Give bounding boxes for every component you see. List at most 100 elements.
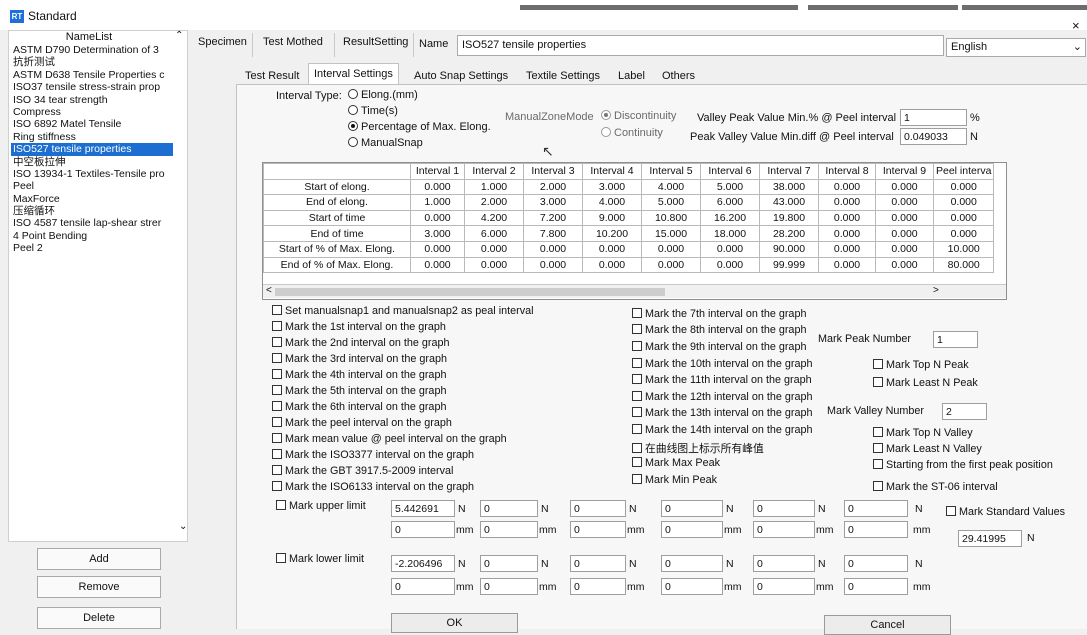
table-cell[interactable]: 4.000 [641, 178, 701, 196]
graph-mark-checkbox[interactable]: Mark the 1st interval on the graph [272, 321, 446, 333]
table-cell[interactable]: 80.000 [932, 256, 995, 274]
chevron-down-icon[interactable]: ⌄ [1073, 40, 1082, 53]
list-item[interactable]: Ring stiffness [11, 131, 173, 143]
table-cell[interactable]: 0.000 [582, 256, 642, 274]
radio-time[interactable]: Time(s) [348, 105, 398, 117]
list-item[interactable]: ISO 13934-1 Textiles-Tensile pro [11, 168, 173, 180]
table-cell[interactable]: 3.000 [582, 178, 642, 196]
tab-interval-settings[interactable]: Interval Settings [308, 63, 399, 85]
table-cell[interactable]: 18.000 [700, 225, 760, 242]
table-cell[interactable]: 0.000 [464, 256, 524, 274]
scrollbar-thumb[interactable] [275, 288, 665, 296]
cancel-button[interactable]: Cancel [824, 615, 951, 635]
table-cell[interactable]: 1.000 [464, 178, 524, 196]
table-cell[interactable]: 2.000 [464, 194, 524, 211]
upper-limit-force-input[interactable]: 5.442691 [391, 500, 455, 517]
graph-mark-checkbox[interactable]: 在曲线图上标示所有峰值 [632, 440, 764, 456]
graph-mark-checkbox[interactable]: Set manualsnap1 and manualsnap2 as peal … [272, 305, 534, 317]
table-cell[interactable]: 15.000 [641, 225, 701, 242]
name-list[interactable]: ASTM D790 Determination of 3 抗折测试 ASTM D63… [11, 44, 173, 255]
graph-mark-checkbox[interactable]: Mark the 4th interval on the graph [272, 369, 446, 381]
table-cell[interactable]: 7.200 [523, 209, 583, 227]
lower-limit-force-input[interactable]: 0 [480, 555, 538, 572]
table-cell[interactable]: 0.000 [818, 240, 876, 258]
scroll-down-icon[interactable]: ⌄ [179, 521, 187, 532]
list-item[interactable]: ASTM D638 Tensile Properties c [11, 69, 173, 81]
table-cell[interactable]: 0.000 [410, 178, 465, 196]
table-cell[interactable]: 0.000 [582, 240, 642, 258]
upper-limit-force-input[interactable]: 0 [844, 500, 908, 517]
upper-limit-force-input[interactable]: 0 [661, 500, 723, 517]
list-item[interactable]: MaxForce [11, 193, 173, 205]
graph-mark-checkbox[interactable]: Mark Min Peak [632, 474, 717, 486]
graph-mark-checkbox[interactable]: Mark the 12th interval on the graph [632, 391, 812, 403]
table-cell[interactable]: 0.000 [700, 240, 760, 258]
radio-continuity[interactable]: Continuity [601, 127, 663, 139]
graph-mark-checkbox[interactable]: Mark the 13th interval on the graph [632, 407, 812, 419]
table-cell[interactable]: 4.000 [582, 194, 642, 211]
table-cell[interactable]: 10.200 [582, 225, 642, 242]
table-cell[interactable]: 2.000 [523, 178, 583, 196]
table-cell[interactable]: 16.200 [700, 209, 760, 227]
lower-limit-elong-input[interactable]: 0 [480, 578, 538, 595]
graph-mark-checkbox[interactable]: Mark the 3rd interval on the graph [272, 353, 447, 365]
name-list-panel[interactable]: NameList ⌃ ASTM D790 Determination of 3抗… [8, 30, 188, 542]
table-cell[interactable]: 0.000 [875, 240, 934, 258]
table-cell[interactable]: 0.000 [818, 209, 876, 227]
graph-mark-checkbox[interactable]: Mark the 5th interval on the graph [272, 385, 446, 397]
upper-limit-elong-input[interactable]: 0 [844, 521, 908, 538]
delete-button[interactable]: Delete [37, 607, 161, 629]
mark-upper-limit-checkbox[interactable]: Mark upper limit [276, 500, 366, 512]
table-cell[interactable]: 0.000 [875, 256, 934, 274]
graph-mark-checkbox[interactable]: Mark the 6th interval on the graph [272, 401, 446, 413]
list-item[interactable]: ISO 6892 Matel Tensile [11, 118, 173, 130]
mark-peak-number-input[interactable]: 1 [933, 331, 978, 348]
peak-valley-input[interactable]: 0.049033 [900, 128, 967, 145]
graph-mark-checkbox[interactable]: Mark the 14th interval on the graph [632, 424, 812, 436]
list-item[interactable]: 压缩循环 [11, 205, 173, 217]
lower-limit-force-input[interactable]: -2.206496 [391, 555, 455, 572]
list-item[interactable]: ISO527 tensile properties [11, 143, 173, 156]
table-cell[interactable]: 38.000 [759, 178, 819, 196]
table-cell[interactable]: 1.000 [410, 194, 465, 211]
graph-mark-checkbox[interactable]: Mark the GBT 3917.5-2009 interval [272, 465, 453, 477]
mark-least-n-peak-checkbox[interactable]: Mark Least N Peak [873, 377, 978, 389]
graph-mark-checkbox[interactable]: Mark the 11th interval on the graph [632, 374, 812, 386]
graph-mark-checkbox[interactable]: Mark the 9th interval on the graph [632, 341, 806, 353]
radio-manualsnap[interactable]: ManualSnap [348, 137, 423, 149]
list-item[interactable]: 4 Point Bending [11, 230, 173, 242]
table-cell[interactable]: 0.000 [818, 178, 876, 196]
upper-limit-elong-input[interactable]: 0 [570, 521, 626, 538]
list-item[interactable]: Compress [11, 106, 173, 118]
list-item[interactable]: Peel 2 [11, 242, 173, 254]
table-cell[interactable]: 0.000 [875, 178, 934, 196]
table-horizontal-scrollbar[interactable]: < > [263, 284, 1006, 298]
add-button[interactable]: Add [37, 548, 161, 570]
table-cell[interactable]: 10.800 [641, 209, 701, 227]
scroll-right-icon[interactable]: > [933, 285, 939, 296]
table-cell[interactable]: 0.000 [875, 225, 934, 242]
list-item[interactable]: ASTM D790 Determination of 3 [11, 44, 173, 56]
table-cell[interactable]: 0.000 [818, 256, 876, 274]
lower-limit-elong-input[interactable]: 0 [391, 578, 455, 595]
table-cell[interactable]: 0.000 [875, 209, 934, 227]
table-cell[interactable]: 0.000 [523, 240, 583, 258]
graph-mark-checkbox[interactable]: Mark the ISO3377 interval on the graph [272, 449, 474, 461]
table-cell[interactable]: 0.000 [410, 256, 465, 274]
list-item[interactable]: ISO37 tensile stress-strain prop [11, 81, 173, 93]
upper-limit-force-input[interactable]: 0 [480, 500, 538, 517]
list-item[interactable]: ISO 34 tear strength [11, 94, 173, 106]
graph-mark-checkbox[interactable]: Mark the 8th interval on the graph [632, 324, 806, 336]
table-cell[interactable]: 5.000 [641, 194, 701, 211]
table-cell[interactable]: 0.000 [932, 209, 995, 227]
mark-st06-interval-checkbox[interactable]: Mark the ST-06 interval [873, 481, 998, 493]
table-cell[interactable]: 0.000 [932, 194, 995, 211]
list-item[interactable]: ISO 4587 tensile lap-shear strer [11, 217, 173, 229]
graph-mark-checkbox[interactable]: Mark mean value @ peel interval on the g… [272, 433, 507, 445]
mark-top-n-valley-checkbox[interactable]: Mark Top N Valley [873, 427, 973, 439]
upper-limit-elong-input[interactable]: 0 [753, 521, 815, 538]
interval-table[interactable]: Interval 1 Interval 2 Interval 3 Interval 4… [262, 162, 1007, 300]
lower-limit-elong-input[interactable]: 0 [844, 578, 908, 595]
table-cell[interactable]: 0.000 [875, 194, 934, 211]
radio-percentage[interactable]: Percentage of Max. Elong. [348, 121, 491, 133]
